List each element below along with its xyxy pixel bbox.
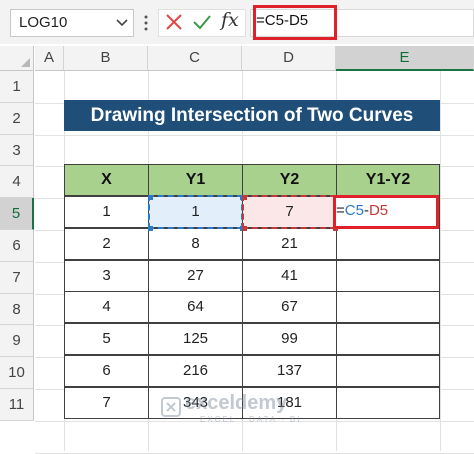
table-cell[interactable]: 2 (64, 228, 149, 260)
table-cell[interactable]: 3 (64, 260, 149, 292)
reference-handle[interactable] (242, 195, 247, 200)
table-cell[interactable]: 5 (64, 323, 149, 355)
cancel-icon[interactable] (165, 13, 183, 31)
row-header-7[interactable]: 7 (0, 262, 34, 294)
exceldemy-logo-icon (161, 397, 181, 417)
table-cell[interactable]: 216 (148, 355, 243, 387)
table-cell[interactable] (336, 323, 440, 355)
row-header-11[interactable]: 11 (0, 389, 34, 421)
table-cell[interactable]: 137 (242, 355, 337, 387)
column-header-d[interactable]: D (242, 46, 336, 71)
table-cell[interactable] (336, 228, 440, 260)
row-header-3[interactable]: 3 (0, 135, 34, 166)
reference-handle[interactable] (148, 195, 153, 200)
watermark-tagline: EXCEL · DATA · BI (200, 415, 302, 424)
watermark-name: exceldemy (185, 392, 288, 414)
enter-icon[interactable] (192, 13, 212, 31)
table-cell[interactable]: 21 (242, 228, 337, 260)
table-cell[interactable] (336, 387, 440, 419)
row-header-6[interactable]: 6 (0, 230, 34, 262)
table-cell[interactable]: 1 (64, 196, 149, 228)
reference-handle[interactable] (242, 226, 247, 231)
row-header-10[interactable]: 10 (0, 357, 34, 389)
name-box-value: LOG10 (19, 14, 68, 31)
gridline-v (440, 71, 441, 451)
table-cell[interactable]: 6 (64, 355, 149, 387)
column-header-e[interactable]: E (336, 46, 474, 71)
more-options-icon[interactable] (141, 12, 151, 34)
table-cell[interactable]: 4 (64, 291, 149, 323)
table-cell[interactable] (336, 291, 440, 323)
table-cell[interactable]: 67 (242, 291, 337, 323)
row-header-8[interactable]: 8 (0, 294, 34, 325)
table-cell[interactable] (336, 260, 440, 292)
cell-formula-text: =C5-D5 (336, 202, 389, 219)
reference-highlight-c5 (148, 195, 243, 229)
table-cell[interactable]: 64 (148, 291, 243, 323)
fx-icon[interactable]: fx (221, 9, 245, 35)
table-cell[interactable]: 41 (242, 260, 337, 292)
column-header-a[interactable]: A (35, 46, 64, 71)
row-header-4[interactable]: 4 (0, 166, 34, 198)
row-header-2[interactable]: 2 (0, 103, 34, 135)
column-header-b[interactable]: B (64, 46, 148, 71)
table-header-y2[interactable]: Y2 (242, 164, 337, 196)
table-header-y1-y2[interactable]: Y1-Y2 (336, 164, 440, 196)
reference-handle[interactable] (148, 226, 153, 231)
table-cell[interactable] (336, 355, 440, 387)
table-cell[interactable]: 99 (242, 323, 337, 355)
table-cell[interactable]: 27 (148, 260, 243, 292)
table-cell[interactable]: 125 (148, 323, 243, 355)
formula-highlight-box (253, 5, 337, 40)
select-all-triangle-icon (21, 58, 30, 67)
row-header-1[interactable]: 1 (0, 71, 34, 103)
table-cell[interactable]: 8 (148, 228, 243, 260)
table-cell[interactable]: 7 (64, 387, 149, 419)
sheet-title: Drawing Intersection of Two Curves (64, 100, 440, 131)
gridline-h (35, 135, 474, 136)
table-header-x[interactable]: X (64, 164, 149, 196)
row-header-9[interactable]: 9 (0, 325, 34, 357)
column-header-c[interactable]: C (148, 46, 242, 71)
table-header-y1[interactable]: Y1 (148, 164, 243, 196)
reference-highlight-d5 (242, 195, 336, 229)
chevron-down-icon[interactable] (114, 12, 130, 32)
row-header-5[interactable]: 5 (0, 198, 34, 230)
